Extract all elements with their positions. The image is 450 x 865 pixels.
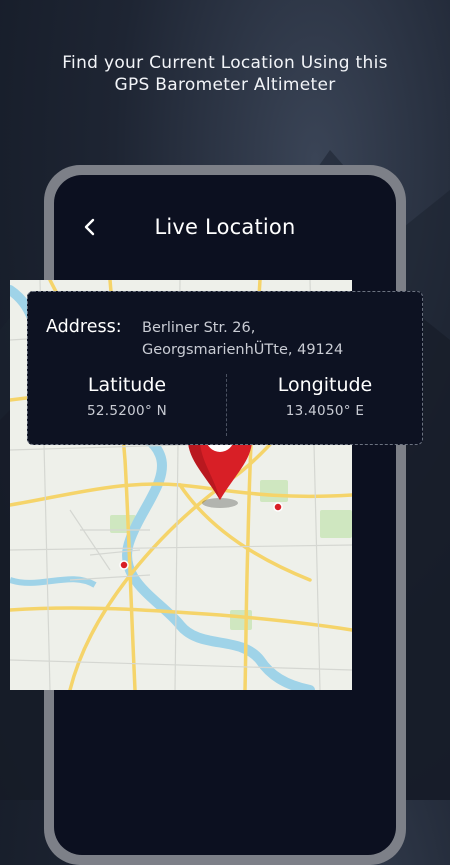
address-line-1: Berliner Str. 26,: [142, 320, 256, 336]
address-line-2: GeorgsmarienhÜTte, 49124: [142, 342, 344, 358]
app-header: Live Location: [54, 175, 396, 285]
headline-line-1: Find your Current Location Using this: [62, 53, 388, 73]
location-card: Address: Berliner Str. 26, Georgsmarienh…: [27, 291, 423, 445]
headline-line-2: GPS Barometer Altimeter: [114, 75, 336, 95]
address-label: Address:: [46, 317, 122, 337]
address-value: Berliner Str. 26, GeorgsmarienhÜTte, 491…: [142, 317, 343, 361]
latitude-value: 52.5200° N: [87, 403, 167, 419]
latitude-label: Latitude: [87, 374, 167, 396]
latitude-section: Latitude 52.5200° N: [28, 374, 226, 419]
screen-title: Live Location: [154, 215, 296, 239]
longitude-section: Longitude 13.4050° E: [226, 374, 424, 419]
longitude-value: 13.4050° E: [285, 403, 365, 419]
longitude-label: Longitude: [277, 374, 373, 396]
headline: Find your Current Location Using this GP…: [0, 52, 450, 96]
